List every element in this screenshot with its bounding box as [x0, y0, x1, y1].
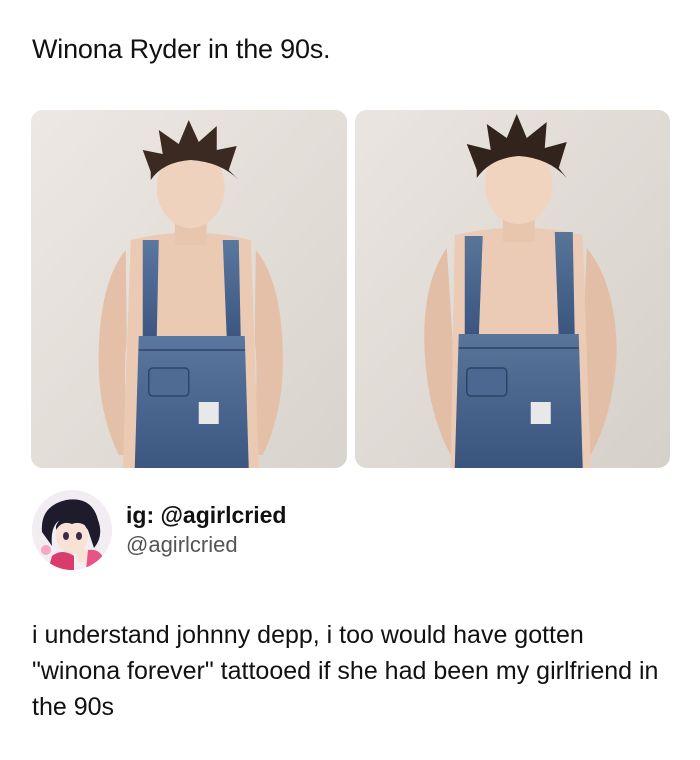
- post-author: ig: @agirlcried @agirlcried: [32, 490, 286, 570]
- post-caption: Winona Ryder in the 90s.: [32, 34, 331, 64]
- photo-right-image: [354, 110, 670, 468]
- photo-left[interactable]: [31, 110, 347, 468]
- avatar-image: [32, 490, 112, 570]
- post-body-text: i understand johnny depp, i too would ha…: [32, 621, 659, 721]
- photo-gallery: [31, 110, 670, 468]
- user-handle[interactable]: @agirlcried: [126, 530, 286, 560]
- author-names: ig: @agirlcried @agirlcried: [126, 500, 286, 560]
- display-name[interactable]: ig: @agirlcried: [126, 500, 286, 530]
- photo-left-image: [31, 110, 347, 468]
- avatar[interactable]: [32, 490, 112, 570]
- photo-right[interactable]: [354, 110, 670, 468]
